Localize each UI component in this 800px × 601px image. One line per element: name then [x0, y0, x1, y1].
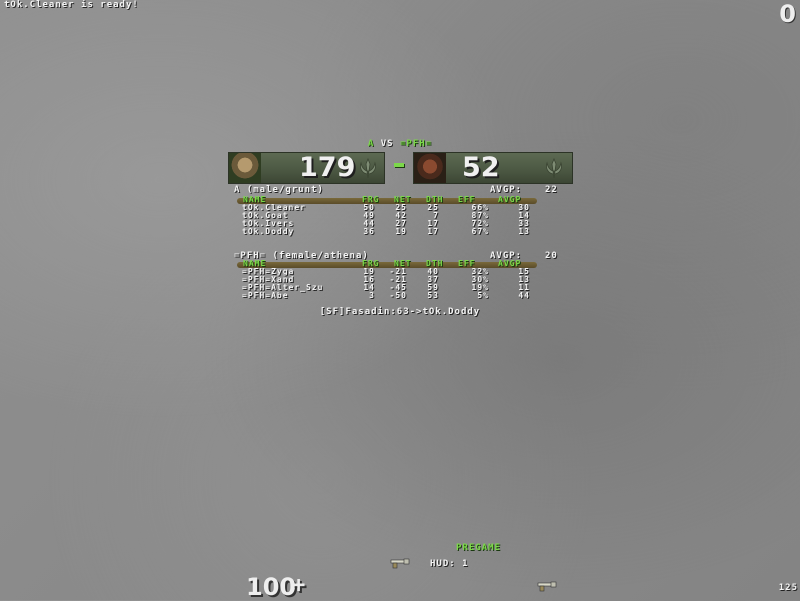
team-a-avgp-label: AVGP:	[490, 185, 523, 195]
shotgun-icon	[390, 558, 410, 569]
player-net: -50	[389, 291, 407, 300]
team-b-avgp-value: 20	[545, 251, 558, 261]
player-name: =PFH=Abe	[242, 291, 289, 300]
team-a-header: A (male/grunt)	[234, 185, 324, 195]
player-dth: 53	[427, 291, 439, 300]
score-separator	[394, 163, 404, 167]
quake-logo-icon	[360, 157, 376, 179]
health-plus-icon: +	[292, 573, 306, 598]
player-frg: 36	[363, 227, 375, 236]
versus-right-team: =PFH=	[400, 139, 433, 149]
team-b-score-bar: 52	[413, 152, 573, 184]
team-a-score: 179	[299, 152, 356, 183]
player-frg: 3	[369, 291, 375, 300]
team-a-score-bar: 179	[228, 152, 385, 184]
frag-message: [SF]Fasadin:63->tOk.Doddy	[319, 307, 481, 317]
quake-logo-icon	[546, 157, 562, 179]
pregame-label: PREGAME	[456, 543, 501, 553]
health-value: 100	[246, 573, 297, 601]
player-dth: 17	[427, 227, 439, 236]
player-net: 19	[395, 227, 407, 236]
team-a-avgp-value: 22	[545, 185, 558, 195]
versus-title: A VS =PFH=	[0, 139, 800, 149]
table-row: =PFH=Abe 3 -50 53 5% 44	[242, 292, 532, 300]
team-b-score: 52	[462, 152, 500, 183]
hud-indicator: HUD: 1	[430, 559, 469, 569]
player-eff: 67%	[471, 227, 489, 236]
player-avgp: 13	[518, 227, 530, 236]
versus-word: VS	[380, 139, 394, 149]
player-avgp: 44	[518, 291, 530, 300]
player-eff: 5%	[477, 291, 489, 300]
player-name: tOk.Doddy	[242, 227, 295, 236]
shotgun-icon	[537, 581, 557, 592]
player-face-icon	[414, 153, 446, 183]
fps-counter: 125	[778, 583, 798, 593]
ready-notice: tOk.Cleaner is ready!	[4, 0, 139, 10]
table-row: tOk.Doddy 36 19 17 67% 13	[242, 228, 532, 236]
player-face-icon	[229, 153, 261, 183]
versus-left-team: A	[367, 139, 375, 149]
frag-counter: 0	[779, 0, 796, 28]
